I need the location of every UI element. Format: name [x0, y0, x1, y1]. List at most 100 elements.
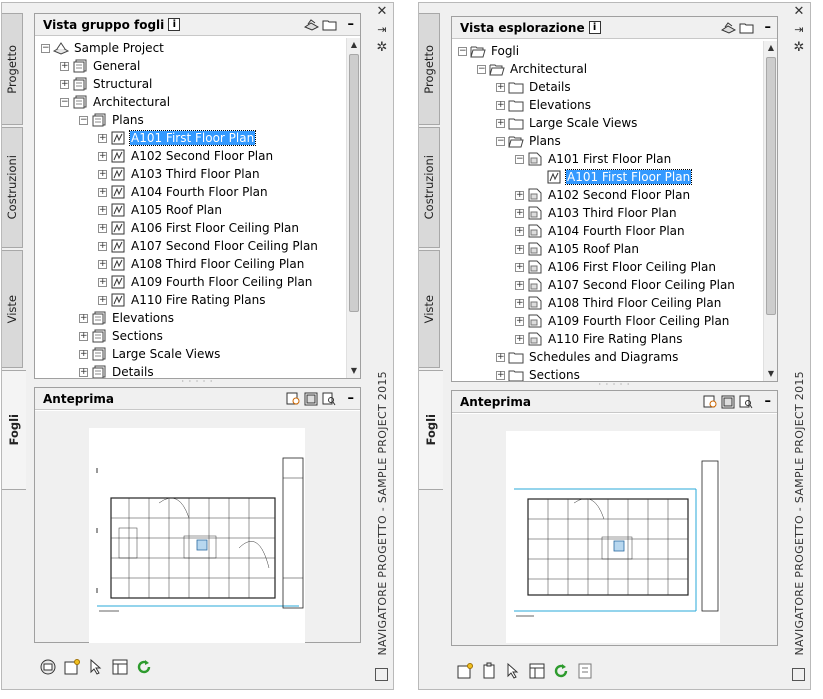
refresh-button[interactable]	[134, 657, 154, 677]
scroll-thumb[interactable]	[349, 54, 359, 312]
info-icon[interactable]: i	[588, 21, 601, 34]
scroll-down-icon[interactable]: ▼	[764, 367, 778, 381]
layout-button[interactable]	[575, 661, 595, 681]
explore-view-icon[interactable]	[322, 17, 337, 32]
expand-icon[interactable]: +	[60, 79, 69, 89]
expand-icon[interactable]: +	[496, 370, 505, 380]
expand-icon[interactable]: +	[515, 190, 524, 200]
expand-icon[interactable]: +	[515, 244, 524, 254]
new-sheet-button[interactable]	[455, 661, 475, 681]
expand-icon[interactable]: +	[98, 223, 107, 233]
autohide-icon[interactable]: ⇥	[792, 23, 806, 37]
expand-icon[interactable]: +	[98, 241, 107, 251]
tree-item[interactable]: + A102 Second Floor Plan	[515, 186, 691, 204]
preview-zoom-icon[interactable]	[739, 394, 754, 409]
tree-item[interactable]: + Large Scale Views	[496, 114, 638, 132]
panel-splitter[interactable]: · · · · ·	[451, 381, 778, 390]
tree-item[interactable]: + A104 Fourth Floor Plan	[515, 222, 686, 240]
tree-item[interactable]: A101 First Floor Plan	[534, 168, 693, 186]
preview-mode-icon[interactable]	[721, 394, 736, 409]
new-sheet-button[interactable]	[62, 657, 82, 677]
expand-icon[interactable]: +	[515, 298, 524, 308]
tree-item[interactable]: + A106 First Floor Ceiling Plan	[98, 219, 300, 237]
expand-icon[interactable]: +	[98, 205, 107, 215]
expand-icon[interactable]: +	[98, 169, 107, 179]
preview-mode-icon[interactable]	[304, 391, 319, 406]
tree-item[interactable]: + A109 Fourth Floor Ceiling Plan	[98, 273, 313, 291]
tree-scrollbar[interactable]: ▲ ▼	[346, 38, 360, 378]
expand-icon[interactable]: +	[515, 316, 524, 326]
collapse-icon[interactable]: −	[60, 97, 69, 107]
preview-details-icon[interactable]	[286, 391, 301, 406]
properties-button[interactable]	[110, 657, 130, 677]
close-icon[interactable]: ✕	[792, 5, 806, 19]
minimize-icon[interactable]: –	[348, 17, 355, 32]
sheet-set-view-icon[interactable]	[303, 17, 319, 32]
preview-details-icon[interactable]	[703, 394, 718, 409]
collapse-icon[interactable]: −	[477, 64, 486, 74]
tree-item[interactable]: + Details	[79, 363, 155, 378]
tree-item[interactable]: + Details	[496, 78, 572, 96]
scroll-down-icon[interactable]: ▼	[347, 364, 361, 378]
tab-viste[interactable]: Viste	[2, 250, 23, 368]
tree-item[interactable]: + Structural	[60, 75, 153, 93]
tree-item[interactable]: + A108 Third Floor Ceiling Plan	[98, 255, 305, 273]
tab-progetto[interactable]: Progetto	[419, 13, 440, 125]
tree-item[interactable]: − Sample Project	[41, 39, 165, 57]
tree-item[interactable]: + General	[60, 57, 141, 75]
autohide-icon[interactable]: ⇥	[375, 23, 389, 37]
scroll-up-icon[interactable]: ▲	[764, 41, 778, 55]
tree-item[interactable]: − Architectural	[477, 60, 588, 78]
expand-icon[interactable]: +	[79, 313, 88, 323]
tab-fogli[interactable]: Fogli	[419, 370, 443, 490]
expand-icon[interactable]: +	[79, 349, 88, 359]
tree-item[interactable]: + A108 Third Floor Ceiling Plan	[515, 294, 722, 312]
preview-zoom-icon[interactable]	[322, 391, 337, 406]
expand-icon[interactable]: +	[515, 208, 524, 218]
collapse-icon[interactable]: −	[79, 115, 88, 125]
tree-item[interactable]: + A110 Fire Rating Plans	[98, 291, 266, 309]
collapse-icon[interactable]: −	[458, 46, 467, 56]
expand-icon[interactable]: +	[98, 151, 107, 161]
tree-item[interactable]: + Sections	[496, 366, 581, 381]
close-icon[interactable]: ✕	[375, 5, 389, 19]
tree-item[interactable]: + A106 First Floor Ceiling Plan	[515, 258, 717, 276]
expand-icon[interactable]: +	[98, 133, 107, 143]
minimize-icon[interactable]: –	[765, 20, 772, 35]
tab-fogli[interactable]: Fogli	[2, 370, 26, 490]
expand-icon[interactable]: +	[496, 352, 505, 362]
expand-icon[interactable]: +	[98, 187, 107, 197]
properties-gear-icon[interactable]: ✲	[375, 41, 389, 55]
tree-item[interactable]: + A105 Roof Plan	[515, 240, 640, 258]
tree-item[interactable]: + Sections	[79, 327, 164, 345]
tab-progetto[interactable]: Progetto	[2, 13, 23, 125]
tree-item[interactable]: + A107 Second Floor Ceiling Plan	[98, 237, 319, 255]
expand-icon[interactable]: +	[60, 61, 69, 71]
sheet-set-view-icon[interactable]	[720, 20, 736, 35]
tree-item[interactable]: − Plans	[79, 111, 145, 129]
scroll-up-icon[interactable]: ▲	[347, 38, 361, 52]
explore-view-icon[interactable]	[739, 20, 754, 35]
tree-item[interactable]: + A101 First Floor Plan	[98, 129, 257, 147]
resize-grip-icon[interactable]	[792, 668, 805, 681]
tab-costruzioni[interactable]: Costruzioni	[419, 127, 440, 248]
properties-gear-icon[interactable]: ✲	[792, 41, 806, 55]
expand-icon[interactable]: +	[98, 259, 107, 269]
tree-item[interactable]: + A109 Fourth Floor Ceiling Plan	[515, 312, 730, 330]
expand-icon[interactable]: +	[496, 118, 505, 128]
collapse-icon[interactable]: −	[496, 136, 505, 146]
tab-viste[interactable]: Viste	[419, 250, 440, 368]
tree-item[interactable]: + Elevations	[496, 96, 592, 114]
tree-item[interactable]: + A102 Second Floor Plan	[98, 147, 274, 165]
expand-icon[interactable]: +	[98, 295, 107, 305]
tree-item[interactable]: + A103 Third Floor Plan	[98, 165, 261, 183]
tree-item[interactable]: − Architectural	[60, 93, 171, 111]
collapse-icon[interactable]: −	[515, 154, 524, 164]
tree-item[interactable]: + Large Scale Views	[79, 345, 221, 363]
expand-icon[interactable]: +	[79, 331, 88, 341]
tree-scrollbar[interactable]: ▲ ▼	[763, 41, 777, 381]
tree-item[interactable]: + A103 Third Floor Plan	[515, 204, 678, 222]
minimize-icon[interactable]: –	[765, 394, 772, 409]
tree-item[interactable]: + A110 Fire Rating Plans	[515, 330, 683, 348]
expand-icon[interactable]: +	[79, 367, 88, 377]
